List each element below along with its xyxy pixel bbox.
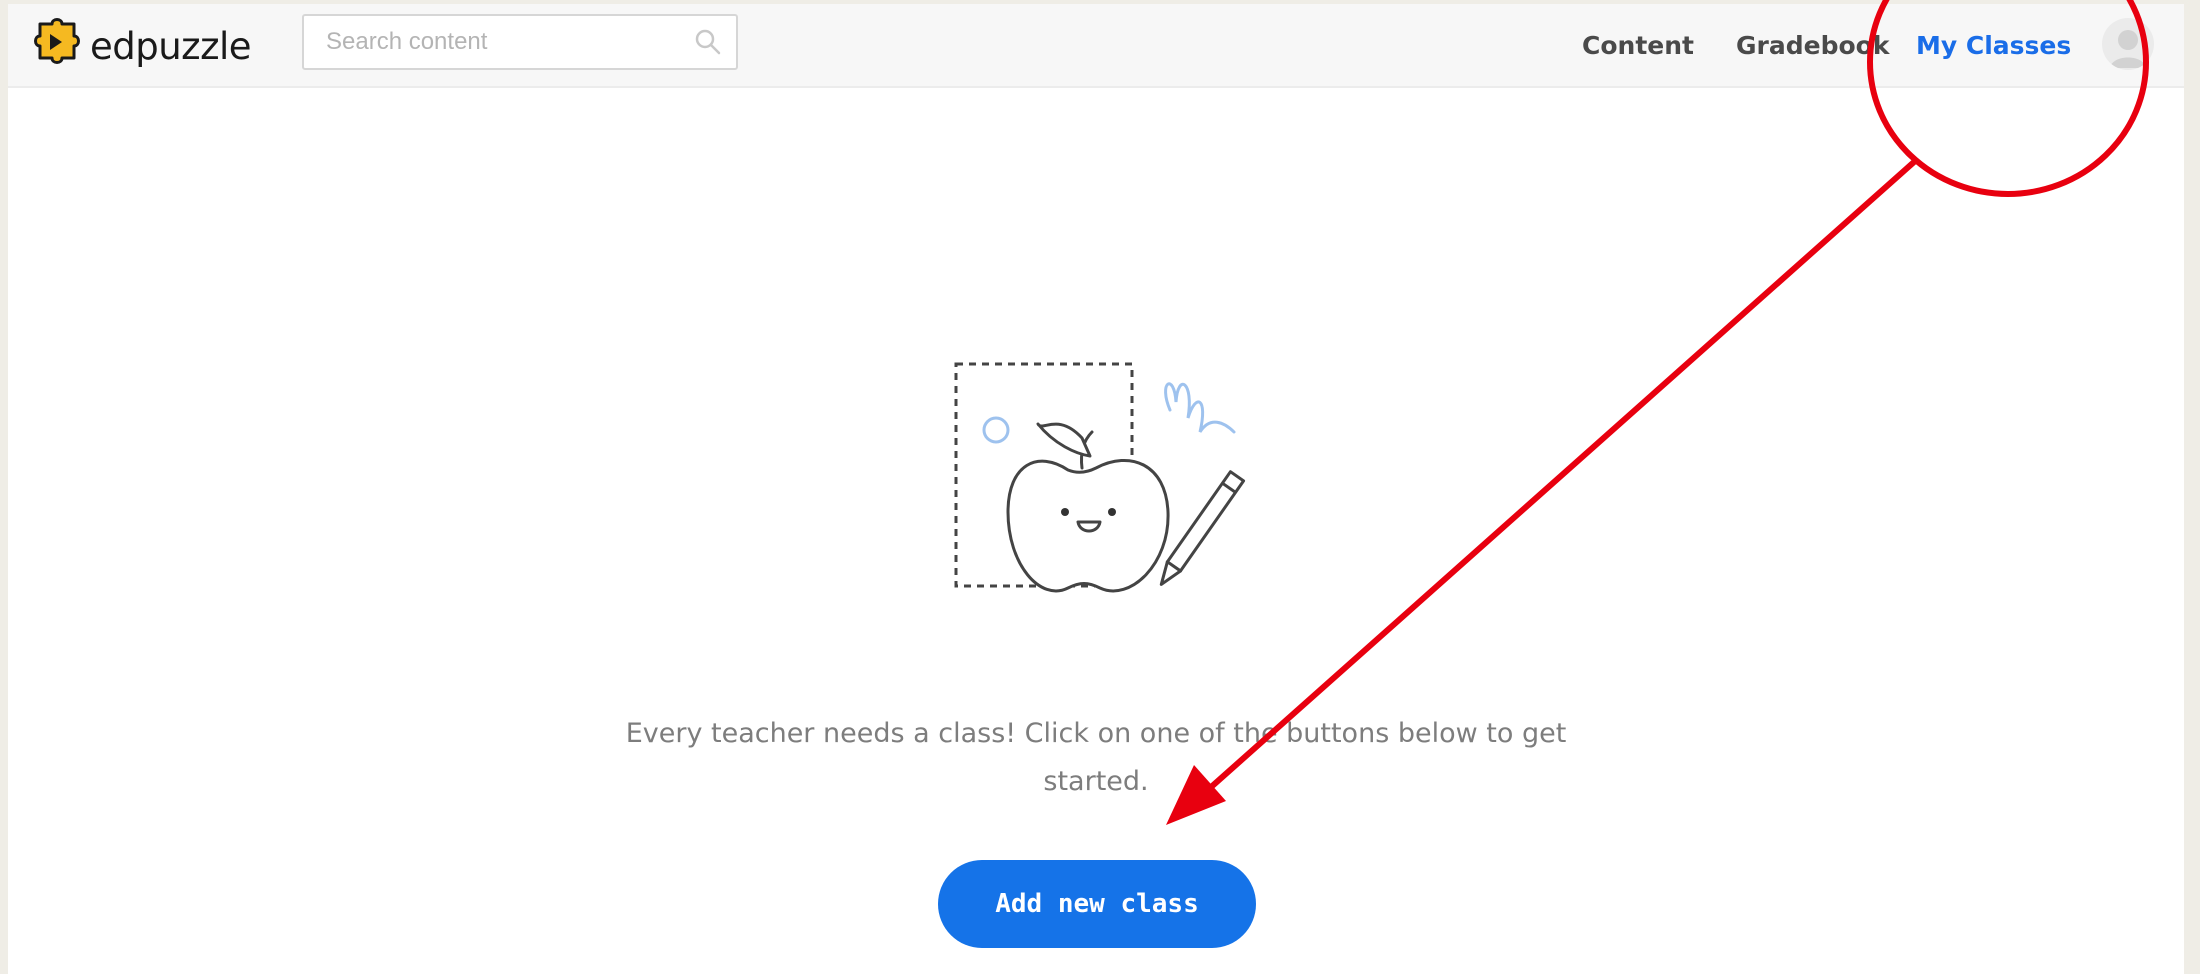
search-input[interactable] xyxy=(304,16,674,68)
logo-wordmark: edpuzzle xyxy=(90,24,252,68)
top-navigation-bar: edpuzzle Content Gradebook My Classes xyxy=(8,4,2184,88)
apple-empty-state-illustration xyxy=(954,362,1246,593)
empty-state-message: Every teacher needs a class! Click on on… xyxy=(625,718,1567,797)
nav-gradebook[interactable]: Gradebook xyxy=(1736,4,1889,86)
user-avatar-icon xyxy=(2110,30,2146,68)
edpuzzle-window: edpuzzle Content Gradebook My Classes xyxy=(8,4,2184,974)
nav-content[interactable]: Content xyxy=(1582,4,1694,86)
search-box[interactable] xyxy=(302,14,738,70)
magnifier-icon[interactable] xyxy=(694,28,722,56)
user-avatar[interactable] xyxy=(2102,18,2154,70)
edpuzzle-puzzle-logo-icon xyxy=(34,18,80,64)
add-new-class-button[interactable]: Add new class xyxy=(938,860,1256,948)
nav-my-classes[interactable]: My Classes xyxy=(1916,4,2071,86)
edpuzzle-logo[interactable]: edpuzzle xyxy=(32,18,252,74)
